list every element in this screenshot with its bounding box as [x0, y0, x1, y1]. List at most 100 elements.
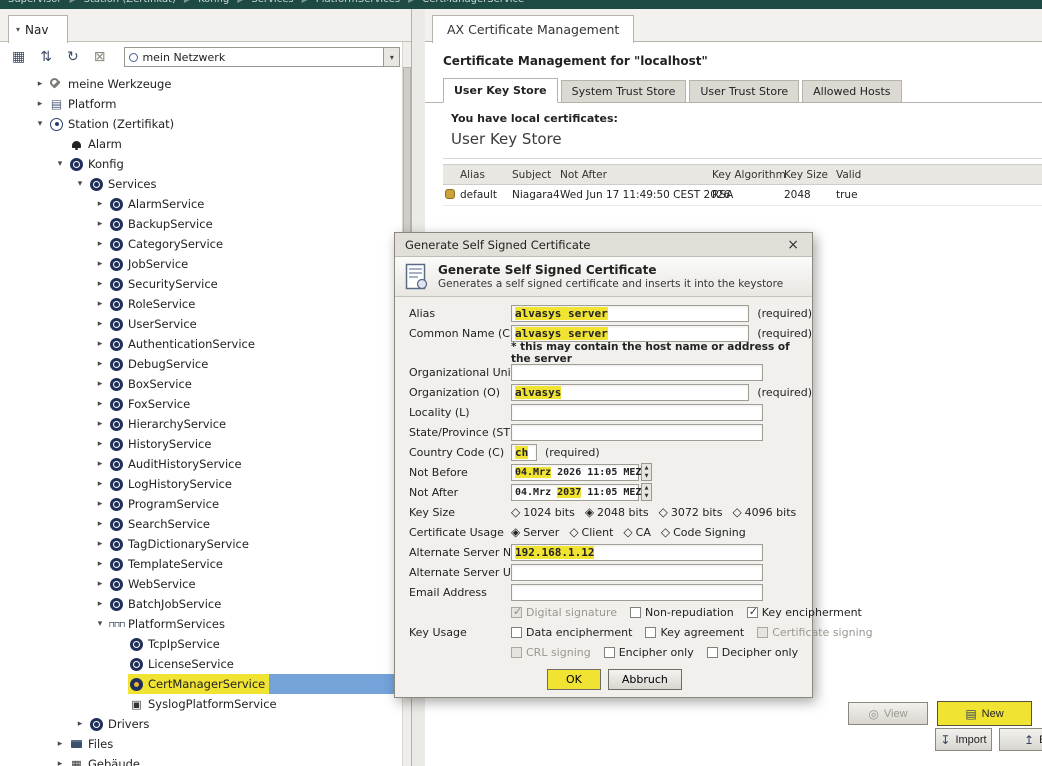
tree-item-files[interactable]: ▸ Files [0, 734, 402, 754]
tree-item-userservice[interactable]: ▸ UserService [0, 314, 402, 334]
locality-input[interactable] [511, 403, 763, 421]
tab-ax-certificate-management[interactable]: AX Certificate Management [432, 15, 635, 43]
tree-item-audithistoryservice[interactable]: ▸ AuditHistoryService [0, 454, 402, 474]
breadcrumb-item-services[interactable]: Services [251, 0, 293, 5]
expand-arrow-icon[interactable]: ▸ [92, 519, 108, 529]
tree-item-batchjobservice[interactable]: ▸ BatchJobService [0, 594, 402, 614]
tree-item-syslogplatformservice[interactable]: SyslogPlatformService [0, 694, 402, 714]
expand-arrow-icon[interactable]: ▸ [32, 79, 48, 89]
tree-item-jobservice[interactable]: ▸ JobService [0, 254, 402, 274]
tree-item-tagdictionaryservice[interactable]: ▸ TagDictionaryService [0, 534, 402, 554]
tree-item-loghistoryservice[interactable]: ▸ LogHistoryService [0, 474, 402, 494]
checkbox-certificate-signing[interactable]: Certificate signing [757, 626, 873, 639]
close-icon[interactable]: × [784, 237, 802, 253]
expand-arrow-icon[interactable]: ▸ [92, 319, 108, 329]
expand-arrow-icon[interactable]: ▸ [92, 579, 108, 589]
expand-arrow-icon[interactable]: ▸ [92, 479, 108, 489]
common-name-input[interactable]: alvasys server [511, 324, 750, 342]
radio-code-signing[interactable]: ◇ Code Signing [661, 526, 746, 539]
checkbox-digital-signature[interactable]: Digital signature [511, 605, 617, 619]
alt-server-name-input[interactable]: 192.168.1.12 [511, 543, 763, 561]
expand-arrow-icon[interactable]: ▸ [92, 259, 108, 269]
alt-server-uri-input[interactable] [511, 563, 763, 581]
tree-item-roleservice[interactable]: ▸ RoleService [0, 294, 402, 314]
expand-arrow-icon[interactable]: ▸ [92, 559, 108, 569]
new-button[interactable]: ▤ New [937, 701, 1032, 726]
close-box-icon[interactable]: ⊠ [94, 50, 106, 64]
tree-item-alarm[interactable]: Alarm [0, 134, 402, 154]
breadcrumb-item-platformservices[interactable]: PlatformServices [316, 0, 400, 5]
grid-icon[interactable]: ▦ [12, 50, 25, 64]
date-spinner[interactable]: ▲ ▼ [641, 483, 652, 501]
spinner-up-icon[interactable]: ▲ [642, 464, 651, 472]
tree-item-certmanagerservice[interactable]: CertManagerService [0, 674, 402, 694]
tree-item-authenticationservice[interactable]: ▸ AuthenticationService [0, 334, 402, 354]
tree-item-webservice[interactable]: ▸ WebService [0, 574, 402, 594]
collapse-arrow-icon[interactable]: ▾ [52, 159, 68, 169]
state-input[interactable] [511, 423, 763, 441]
not-before-input[interactable]: 04.Mrz 2026 11:05 MEZ [511, 463, 641, 481]
combo-dropdown-button[interactable]: ▾ [383, 48, 400, 66]
tab-user-trust-store[interactable]: User Trust Store [689, 80, 800, 103]
expand-arrow-icon[interactable]: ▸ [92, 499, 108, 509]
expand-arrow-icon[interactable]: ▸ [92, 279, 108, 289]
tree-item-foxservice[interactable]: ▸ FoxService [0, 394, 402, 414]
date-spinner[interactable]: ▲ ▼ [641, 463, 652, 481]
tab-user-key-store[interactable]: User Key Store [443, 78, 558, 103]
tree-item-backupservice[interactable]: ▸ BackupService [0, 214, 402, 234]
collapse-arrow-icon[interactable]: ▾ [72, 179, 88, 189]
expand-arrow-icon[interactable]: ▸ [92, 439, 108, 449]
spinner-up-icon[interactable]: ▲ [642, 484, 651, 492]
radio-1024-bits[interactable]: ◇ 1024 bits [511, 506, 575, 519]
expand-arrow-icon[interactable]: ▸ [92, 339, 108, 349]
expand-arrow-icon[interactable]: ▸ [52, 759, 68, 766]
cancel-button[interactable]: Abbruch [607, 668, 682, 690]
refresh-icon[interactable]: ↻ [67, 50, 79, 64]
tree-item-boxservice[interactable]: ▸ BoxService [0, 374, 402, 394]
tree-item-debugservice[interactable]: ▸ DebugService [0, 354, 402, 374]
breadcrumb-item-station-zertifikat[interactable]: Station (Zertifikat) [84, 0, 176, 5]
tree-item-services[interactable]: ▾ Services [0, 174, 402, 194]
expand-arrow-icon[interactable]: ▸ [92, 359, 108, 369]
checkbox-key-agreement[interactable]: Key agreement [645, 626, 744, 639]
expand-arrow-icon[interactable]: ▸ [72, 719, 88, 729]
tree-item-alarmservice[interactable]: ▸ AlarmService [0, 194, 402, 214]
tree-item-searchservice[interactable]: ▸ SearchService [0, 514, 402, 534]
sort-icon[interactable]: ⇅ [40, 50, 52, 64]
tree-item-historyservice[interactable]: ▸ HistoryService [0, 434, 402, 454]
spinner-down-icon[interactable]: ▼ [642, 492, 651, 500]
tree-item-platform[interactable]: ▸ Platform [0, 94, 402, 114]
dialog-title-bar[interactable]: Generate Self Signed Certificate × [395, 233, 812, 257]
expand-arrow-icon[interactable]: ▸ [92, 539, 108, 549]
organization-input[interactable]: alvasys [511, 383, 750, 401]
tree-item-platformservices[interactable]: ▾ PlatformServices [0, 614, 402, 634]
radio-server[interactable]: ◈ Server [511, 526, 559, 539]
view-button[interactable]: ◎ View [848, 702, 928, 725]
radio-3072-bits[interactable]: ◇ 3072 bits [659, 506, 723, 519]
expand-arrow-icon[interactable]: ▸ [92, 379, 108, 389]
org-unit-input[interactable] [511, 363, 763, 381]
radio-4096-bits[interactable]: ◇ 4096 bits [732, 506, 796, 519]
breadcrumb-item-supervisor[interactable]: Supervisor [8, 0, 61, 5]
alias-input[interactable]: alvasys server [511, 304, 750, 322]
tree-item-tcpipservice[interactable]: TcpIpService [0, 634, 402, 654]
ok-button[interactable]: OK [547, 668, 601, 690]
export-button[interactable]: ↥ Ex [999, 728, 1042, 751]
expand-arrow-icon[interactable]: ▸ [52, 739, 68, 749]
tree-item-securityservice[interactable]: ▸ SecurityService [0, 274, 402, 294]
tree-item-konfig[interactable]: ▾ Konfig [0, 154, 402, 174]
tree-item-templateservice[interactable]: ▸ TemplateService [0, 554, 402, 574]
tree-item-drivers[interactable]: ▸ Drivers [0, 714, 402, 734]
not-after-input[interactable]: 04.Mrz 2037 11:05 MEZ [511, 483, 641, 501]
tree-item-categoryservice[interactable]: ▸ CategoryService [0, 234, 402, 254]
table-row[interactable]: default Niagara4 Wed Jun 17 11:49:50 CEST … [443, 185, 1042, 206]
tree-item-station-zertifikat[interactable]: ▾ Station (Zertifikat) [0, 114, 402, 134]
expand-arrow-icon[interactable]: ▸ [92, 399, 108, 409]
tree-item-hierarchyservice[interactable]: ▸ HierarchyService [0, 414, 402, 434]
collapse-arrow-icon[interactable]: ▾ [32, 119, 48, 129]
checkbox-non-repudiation[interactable]: Non-repudiation [630, 606, 734, 619]
tree-item-gebäude[interactable]: ▸ Gebäude [0, 754, 402, 766]
country-code-input[interactable]: ch [511, 443, 537, 461]
expand-arrow-icon[interactable]: ▸ [92, 599, 108, 609]
tree-item-meine-werkzeuge[interactable]: ▸ meine Werkzeuge [0, 74, 402, 94]
